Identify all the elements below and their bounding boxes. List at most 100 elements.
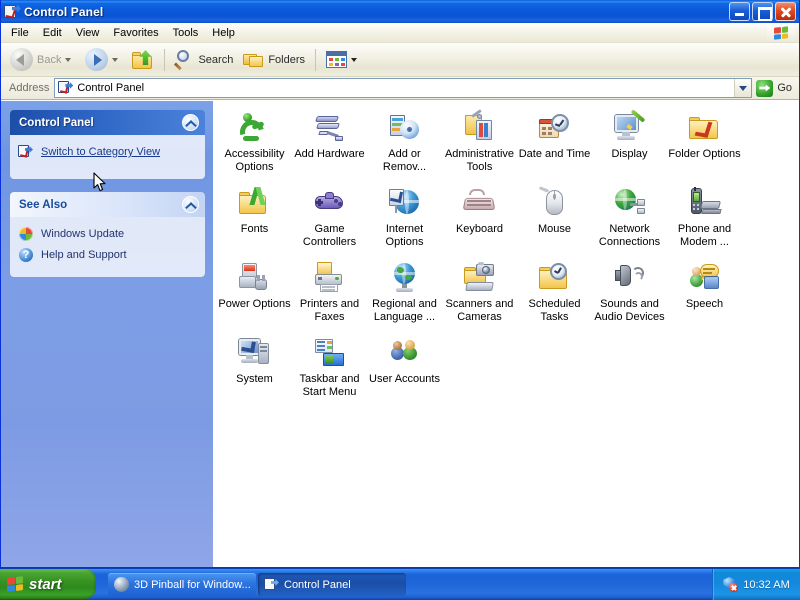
control-panel-item[interactable]: Add or Remov... — [367, 109, 442, 184]
views-button[interactable] — [321, 46, 366, 74]
toolbar: Back Search Folders — [1, 43, 799, 77]
control-panel-item-label: Power Options — [218, 298, 291, 310]
go-button[interactable]: Go — [752, 79, 797, 97]
control-panel-item[interactable]: Keyboard — [442, 184, 517, 259]
phone-modem-icon — [688, 187, 722, 220]
panel-header-control-panel: Control Panel — [10, 110, 205, 135]
forward-dropdown-caret-icon[interactable] — [112, 57, 119, 62]
menu-tools[interactable]: Tools — [166, 25, 206, 41]
taskbar-buttons: 3D Pinball for Window... Control Panel — [108, 573, 712, 596]
maximize-button[interactable] — [752, 2, 773, 21]
sidebar-item-switch-category-view[interactable]: Switch to Category View — [18, 144, 199, 160]
control-panel-item[interactable]: Administrative Tools — [442, 109, 517, 184]
control-panel-item[interactable]: Phone and Modem ... — [667, 184, 742, 259]
up-folder-icon — [132, 50, 154, 69]
sidebar: Control Panel Switch to Category View Se… — [1, 101, 213, 567]
control-panel-item[interactable]: Regional and Language ... — [367, 259, 442, 334]
menu-edit[interactable]: Edit — [36, 25, 69, 41]
add-hardware-icon — [313, 112, 347, 145]
control-panel-item[interactable]: System — [217, 334, 292, 409]
control-panel-item-label: Game Controllers — [302, 223, 357, 248]
start-label: start — [29, 575, 62, 593]
control-panel-item[interactable]: Accessibility Options — [217, 109, 292, 184]
chevron-up-icon[interactable] — [182, 114, 199, 131]
search-button[interactable]: Search — [170, 46, 238, 74]
control-panel-item[interactable]: Internet Options — [367, 184, 442, 259]
menu-view[interactable]: View — [69, 25, 107, 41]
control-panel-item[interactable]: Game Controllers — [292, 184, 367, 259]
control-panel-item[interactable]: Fonts — [217, 184, 292, 259]
control-panel-item[interactable]: Network Connections — [592, 184, 667, 259]
minimize-button[interactable] — [729, 2, 750, 21]
control-panel-item-label: Sounds and Audio Devices — [594, 298, 665, 323]
control-panel-item-label: Administrative Tools — [444, 148, 515, 173]
taskbar-start-menu-icon — [313, 337, 347, 370]
control-panel-item[interactable]: Mouse — [517, 184, 592, 259]
address-input[interactable]: Control Panel — [54, 78, 753, 98]
folder-options-icon — [688, 112, 722, 145]
folders-icon — [243, 51, 264, 69]
control-panel-item-label: Date and Time — [518, 148, 591, 160]
control-panel-item-label: Internet Options — [385, 223, 424, 248]
menu-favorites[interactable]: Favorites — [106, 25, 165, 41]
pinball-icon — [114, 577, 129, 592]
menu-file[interactable]: File — [4, 25, 36, 41]
control-panel-icon-grid: Accessibility Options Add Hardware Add or … — [217, 109, 799, 409]
control-panel-item[interactable]: Scheduled Tasks — [517, 259, 592, 334]
control-panel-item[interactable]: Folder Options — [667, 109, 742, 184]
scheduled-tasks-icon — [538, 262, 572, 295]
control-panel-icon — [58, 81, 74, 95]
taskbar-item-control-panel[interactable]: Control Panel — [258, 573, 406, 596]
control-panel-item-label: Regional and Language ... — [372, 298, 437, 323]
sidebar-item-windows-update[interactable]: Windows Update — [18, 226, 199, 242]
help-support-icon — [18, 247, 35, 263]
control-panel-item-label: Scheduled Tasks — [528, 298, 581, 323]
control-panel-item[interactable]: Scanners and Cameras — [442, 259, 517, 334]
back-button[interactable]: Back — [5, 46, 80, 74]
folders-button[interactable]: Folders — [238, 46, 310, 74]
back-dropdown-caret-icon[interactable] — [65, 57, 72, 62]
add-remove-programs-icon — [388, 112, 422, 145]
control-panel-item[interactable]: Taskbar and Start Menu — [292, 334, 367, 409]
control-panel-item[interactable]: Add Hardware — [292, 109, 367, 184]
control-panel-item[interactable]: Power Options — [217, 259, 292, 334]
control-panel-item[interactable]: Printers and Faxes — [292, 259, 367, 334]
sidebar-link-label: Windows Update — [41, 228, 125, 240]
speech-icon — [688, 262, 722, 295]
tray-clock[interactable]: 10:32 AM — [743, 579, 789, 591]
menu-bar: File Edit View Favorites Tools Help — [1, 23, 799, 43]
taskbar-item-pinball[interactable]: 3D Pinball for Window... — [108, 573, 256, 596]
control-panel-item[interactable]: Date and Time — [517, 109, 592, 184]
forward-button[interactable] — [80, 46, 127, 74]
content-area: Accessibility Options Add Hardware Add or … — [213, 101, 799, 567]
sidebar-item-help-and-support[interactable]: Help and Support — [18, 247, 199, 263]
control-panel-window: Control Panel File Edit View Favorites T… — [0, 0, 800, 568]
control-panel-item[interactable]: Speech — [667, 259, 742, 334]
keyboard-icon — [462, 187, 497, 220]
control-panel-item-label: Folder Options — [668, 148, 741, 160]
views-dropdown-caret-icon[interactable] — [351, 57, 358, 62]
control-panel-item-label: Add or Remov... — [382, 148, 427, 173]
views-icon — [326, 51, 348, 68]
up-button[interactable] — [127, 46, 159, 74]
display-icon — [613, 109, 647, 145]
category-view-icon — [18, 144, 35, 160]
control-panel-item[interactable]: User Accounts — [367, 334, 442, 409]
windows-flag-icon — [767, 24, 795, 42]
control-panel-item[interactable]: Sounds and Audio Devices — [592, 259, 667, 334]
start-button[interactable]: start — [0, 569, 96, 599]
taskbar: start 3D Pinball for Window... Control P… — [0, 568, 800, 600]
system-tray: 10:32 AM — [712, 568, 800, 600]
internet-options-icon — [388, 187, 422, 220]
menu-help[interactable]: Help — [205, 25, 242, 41]
address-dropdown-button[interactable] — [734, 79, 752, 97]
screen: Control Panel File Edit View Favorites T… — [0, 0, 800, 600]
chevron-up-icon[interactable] — [182, 196, 199, 213]
security-alert-icon[interactable] — [723, 577, 739, 592]
sidebar-link-label: Switch to Category View — [41, 146, 161, 158]
close-button[interactable] — [775, 2, 796, 21]
game-controllers-icon — [313, 187, 347, 220]
control-panel-item[interactable]: Display — [592, 109, 667, 184]
window-title: Control Panel — [24, 4, 104, 19]
power-options-icon — [238, 262, 272, 295]
